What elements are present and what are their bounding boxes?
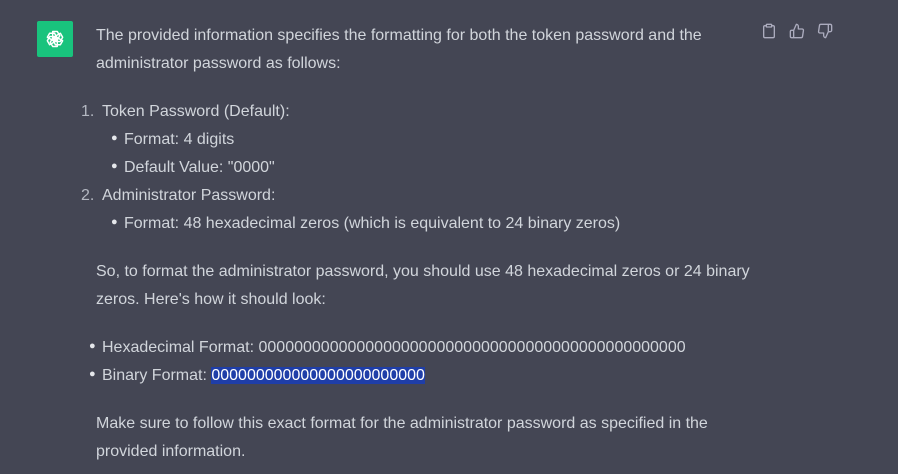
like-button[interactable]	[788, 23, 806, 44]
sub-list-item: ● Format: 4 digits	[111, 126, 776, 154]
format-item-hex: ● Hexadecimal Format: 0000000000000000000…	[89, 334, 776, 362]
openai-logo-icon	[44, 28, 66, 50]
sub-list: ● Format: 4 digits ● Default Value: "0000"	[102, 126, 776, 182]
list-number: 2.	[81, 187, 95, 204]
sub-list-item: ● Format: 48 hexadecimal zeros (which is …	[111, 210, 776, 238]
bullet-icon: ●	[111, 132, 118, 144]
sub-list-item: ● Default Value: "0000"	[111, 154, 776, 182]
binary-label: Binary Format:	[102, 367, 212, 384]
sub-list-text: Format: 4 digits	[124, 131, 235, 148]
message-actions	[760, 23, 834, 44]
list-item-title: Token Password (Default):	[102, 103, 290, 120]
list-item: 2. Administrator Password: ● Format: 48 h…	[81, 182, 776, 238]
hex-label: Hexadecimal Format:	[102, 339, 259, 356]
sub-list: ● Format: 48 hexadecimal zeros (which is …	[102, 210, 776, 238]
list-item-title: Administrator Password:	[102, 187, 276, 204]
list-item: 1. Token Password (Default): ● Format: 4 …	[81, 98, 776, 182]
copy-button[interactable]	[760, 23, 778, 44]
sub-list-text: Format: 48 hexadecimal zeros (which is e…	[124, 215, 621, 232]
thumbs-up-icon	[789, 23, 805, 44]
list-number: 1.	[81, 103, 95, 120]
binary-value-selected[interactable]: 000000000000000000000000	[211, 367, 425, 384]
password-list: 1. Token Password (Default): ● Format: 4 …	[81, 98, 776, 238]
sub-list-text: Default Value: "0000"	[124, 159, 275, 176]
message-content: The provided information specifies the f…	[81, 22, 776, 466]
explanation-paragraph: So, to format the administrator password…	[96, 263, 750, 308]
bullet-icon: ●	[89, 340, 96, 352]
format-item-binary: ● Binary Format: 000000000000000000000000	[89, 362, 776, 390]
format-list: ● Hexadecimal Format: 0000000000000000000…	[89, 334, 776, 390]
hex-value[interactable]: 0000000000000000000000000000000000000000…	[259, 339, 686, 356]
assistant-avatar	[37, 21, 73, 57]
bullet-icon: ●	[111, 216, 118, 228]
bullet-icon: ●	[111, 160, 118, 172]
bullet-icon: ●	[89, 368, 96, 380]
dislike-button[interactable]	[816, 23, 834, 44]
thumbs-down-icon	[817, 23, 833, 44]
intro-paragraph: The provided information specifies the f…	[96, 27, 702, 72]
assistant-message-row: The provided information specifies the f…	[0, 0, 898, 474]
closing-paragraph: Make sure to follow this exact format fo…	[96, 415, 708, 460]
clipboard-icon	[761, 23, 777, 44]
